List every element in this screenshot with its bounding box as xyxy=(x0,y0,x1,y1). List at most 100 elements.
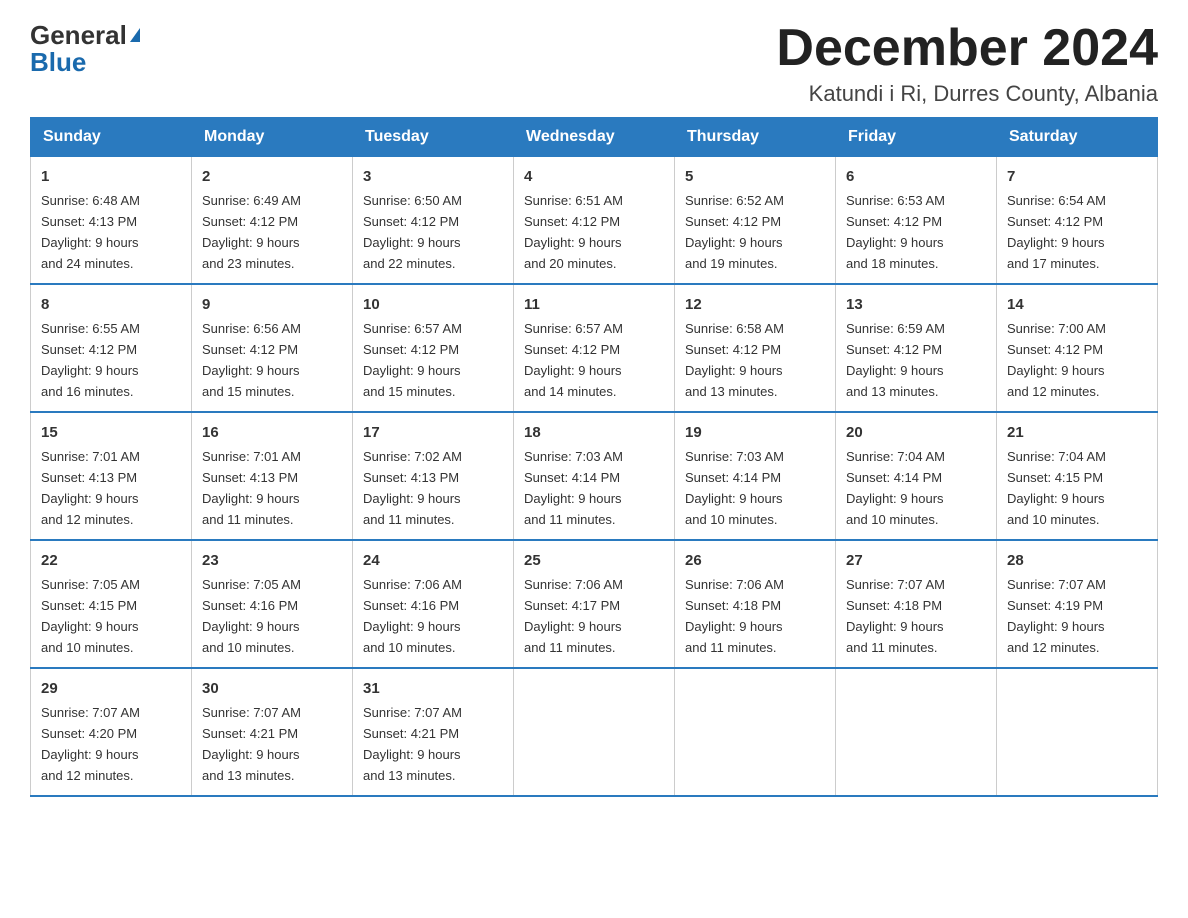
sunrise-info: Sunrise: 6:53 AM xyxy=(846,193,945,208)
sunset-info: Sunset: 4:12 PM xyxy=(363,214,459,229)
daylight-label: Daylight: 9 hours xyxy=(1007,235,1105,250)
day-number: 8 xyxy=(41,293,181,316)
sunrise-info: Sunrise: 6:59 AM xyxy=(846,321,945,336)
sunrise-info: Sunrise: 7:06 AM xyxy=(524,577,623,592)
day-number: 31 xyxy=(363,677,503,700)
calendar-cell xyxy=(836,668,997,796)
calendar-week-4: 22 Sunrise: 7:05 AM Sunset: 4:15 PM Dayl… xyxy=(31,540,1158,668)
day-number: 21 xyxy=(1007,421,1147,444)
daylight-label: Daylight: 9 hours xyxy=(524,619,622,634)
daylight-label: Daylight: 9 hours xyxy=(202,235,300,250)
daylight-minutes: and 18 minutes. xyxy=(846,256,939,271)
daylight-label: Daylight: 9 hours xyxy=(41,491,139,506)
day-number: 22 xyxy=(41,549,181,572)
calendar-week-1: 1 Sunrise: 6:48 AM Sunset: 4:13 PM Dayli… xyxy=(31,157,1158,284)
calendar-cell: 27 Sunrise: 7:07 AM Sunset: 4:18 PM Dayl… xyxy=(836,540,997,668)
sunrise-info: Sunrise: 7:07 AM xyxy=(363,705,462,720)
daylight-label: Daylight: 9 hours xyxy=(41,235,139,250)
day-number: 7 xyxy=(1007,165,1147,188)
sunrise-info: Sunrise: 6:49 AM xyxy=(202,193,301,208)
day-number: 28 xyxy=(1007,549,1147,572)
sunset-info: Sunset: 4:13 PM xyxy=(363,470,459,485)
daylight-minutes: and 12 minutes. xyxy=(1007,384,1100,399)
sunset-info: Sunset: 4:12 PM xyxy=(524,342,620,357)
daylight-minutes: and 23 minutes. xyxy=(202,256,295,271)
calendar-cell: 24 Sunrise: 7:06 AM Sunset: 4:16 PM Dayl… xyxy=(353,540,514,668)
sunrise-info: Sunrise: 6:51 AM xyxy=(524,193,623,208)
calendar-cell: 10 Sunrise: 6:57 AM Sunset: 4:12 PM Dayl… xyxy=(353,284,514,412)
day-number: 25 xyxy=(524,549,664,572)
calendar-cell: 17 Sunrise: 7:02 AM Sunset: 4:13 PM Dayl… xyxy=(353,412,514,540)
sunrise-info: Sunrise: 6:52 AM xyxy=(685,193,784,208)
page-subtitle: Katundi i Ri, Durres County, Albania xyxy=(776,81,1158,107)
calendar-cell: 19 Sunrise: 7:03 AM Sunset: 4:14 PM Dayl… xyxy=(675,412,836,540)
sunset-info: Sunset: 4:14 PM xyxy=(685,470,781,485)
calendar-cell: 5 Sunrise: 6:52 AM Sunset: 4:12 PM Dayli… xyxy=(675,157,836,284)
sunset-info: Sunset: 4:12 PM xyxy=(202,214,298,229)
daylight-label: Daylight: 9 hours xyxy=(1007,363,1105,378)
calendar-cell: 26 Sunrise: 7:06 AM Sunset: 4:18 PM Dayl… xyxy=(675,540,836,668)
day-number: 1 xyxy=(41,165,181,188)
daylight-minutes: and 20 minutes. xyxy=(524,256,617,271)
daylight-label: Daylight: 9 hours xyxy=(846,619,944,634)
calendar-cell: 6 Sunrise: 6:53 AM Sunset: 4:12 PM Dayli… xyxy=(836,157,997,284)
daylight-label: Daylight: 9 hours xyxy=(524,235,622,250)
day-number: 27 xyxy=(846,549,986,572)
daylight-label: Daylight: 9 hours xyxy=(41,363,139,378)
sunrise-info: Sunrise: 6:55 AM xyxy=(41,321,140,336)
sunrise-info: Sunrise: 7:00 AM xyxy=(1007,321,1106,336)
sunset-info: Sunset: 4:12 PM xyxy=(363,342,459,357)
daylight-label: Daylight: 9 hours xyxy=(685,619,783,634)
sunrise-info: Sunrise: 7:07 AM xyxy=(1007,577,1106,592)
day-number: 30 xyxy=(202,677,342,700)
calendar-cell xyxy=(675,668,836,796)
day-number: 5 xyxy=(685,165,825,188)
daylight-label: Daylight: 9 hours xyxy=(846,491,944,506)
sunset-info: Sunset: 4:12 PM xyxy=(685,214,781,229)
daylight-label: Daylight: 9 hours xyxy=(363,235,461,250)
logo-arrow-icon xyxy=(130,28,140,42)
daylight-minutes: and 13 minutes. xyxy=(685,384,778,399)
sunset-info: Sunset: 4:15 PM xyxy=(1007,470,1103,485)
calendar-cell: 13 Sunrise: 6:59 AM Sunset: 4:12 PM Dayl… xyxy=(836,284,997,412)
calendar-header-row: SundayMondayTuesdayWednesdayThursdayFrid… xyxy=(31,118,1158,157)
daylight-label: Daylight: 9 hours xyxy=(524,363,622,378)
day-number: 29 xyxy=(41,677,181,700)
sunrise-info: Sunrise: 6:48 AM xyxy=(41,193,140,208)
title-block: December 2024 Katundi i Ri, Durres Count… xyxy=(776,20,1158,107)
calendar-table: SundayMondayTuesdayWednesdayThursdayFrid… xyxy=(30,117,1158,797)
day-number: 2 xyxy=(202,165,342,188)
daylight-minutes: and 12 minutes. xyxy=(41,512,134,527)
calendar-cell: 15 Sunrise: 7:01 AM Sunset: 4:13 PM Dayl… xyxy=(31,412,192,540)
calendar-cell: 16 Sunrise: 7:01 AM Sunset: 4:13 PM Dayl… xyxy=(192,412,353,540)
daylight-minutes: and 15 minutes. xyxy=(363,384,456,399)
calendar-cell: 21 Sunrise: 7:04 AM Sunset: 4:15 PM Dayl… xyxy=(997,412,1158,540)
page-title: December 2024 xyxy=(776,20,1158,77)
logo: General Blue xyxy=(30,20,140,78)
daylight-label: Daylight: 9 hours xyxy=(363,747,461,762)
sunset-info: Sunset: 4:12 PM xyxy=(1007,342,1103,357)
day-number: 10 xyxy=(363,293,503,316)
calendar-cell: 29 Sunrise: 7:07 AM Sunset: 4:20 PM Dayl… xyxy=(31,668,192,796)
calendar-cell: 9 Sunrise: 6:56 AM Sunset: 4:12 PM Dayli… xyxy=(192,284,353,412)
calendar-cell: 22 Sunrise: 7:05 AM Sunset: 4:15 PM Dayl… xyxy=(31,540,192,668)
day-number: 9 xyxy=(202,293,342,316)
calendar-cell: 8 Sunrise: 6:55 AM Sunset: 4:12 PM Dayli… xyxy=(31,284,192,412)
sunset-info: Sunset: 4:12 PM xyxy=(524,214,620,229)
sunrise-info: Sunrise: 7:01 AM xyxy=(202,449,301,464)
sunrise-info: Sunrise: 7:06 AM xyxy=(363,577,462,592)
calendar-cell: 2 Sunrise: 6:49 AM Sunset: 4:12 PM Dayli… xyxy=(192,157,353,284)
daylight-label: Daylight: 9 hours xyxy=(1007,619,1105,634)
daylight-minutes: and 11 minutes. xyxy=(363,512,455,527)
calendar-cell: 7 Sunrise: 6:54 AM Sunset: 4:12 PM Dayli… xyxy=(997,157,1158,284)
daylight-minutes: and 10 minutes. xyxy=(1007,512,1100,527)
daylight-label: Daylight: 9 hours xyxy=(363,619,461,634)
daylight-label: Daylight: 9 hours xyxy=(846,235,944,250)
sunset-info: Sunset: 4:12 PM xyxy=(41,342,137,357)
daylight-label: Daylight: 9 hours xyxy=(202,363,300,378)
sunrise-info: Sunrise: 6:50 AM xyxy=(363,193,462,208)
sunrise-info: Sunrise: 6:56 AM xyxy=(202,321,301,336)
sunrise-info: Sunrise: 7:02 AM xyxy=(363,449,462,464)
daylight-label: Daylight: 9 hours xyxy=(202,491,300,506)
daylight-label: Daylight: 9 hours xyxy=(685,491,783,506)
